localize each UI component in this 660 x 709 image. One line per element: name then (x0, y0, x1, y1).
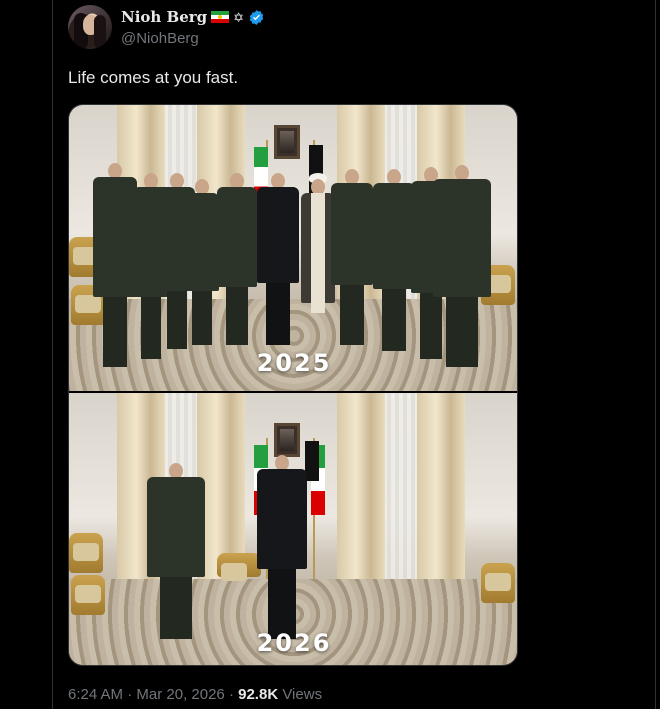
timeline-left-border (52, 0, 53, 709)
star-of-david-icon: ✡ (233, 9, 245, 25)
tweet-text: Life comes at you fast. (68, 68, 239, 87)
tweet-date[interactable]: Mar 20, 2026 (136, 686, 224, 703)
photo-2025[interactable]: 2025 (69, 105, 517, 391)
timeline-right-border (655, 0, 656, 709)
tweet-media[interactable]: 2025 2026 (68, 104, 518, 666)
author-display-name[interactable]: Nioh Berg (121, 8, 207, 26)
photo-2026[interactable]: 2026 (69, 393, 517, 665)
author-name-row: Nioh Berg ✡ (121, 7, 265, 27)
meta-separator: · (127, 686, 133, 703)
tweet-time[interactable]: 6:24 AM (68, 686, 123, 703)
tweet-meta: 6:24 AM · Mar 20, 2026 · 92.8K Views (68, 686, 322, 703)
author-handle[interactable]: @NiohBerg (121, 30, 199, 47)
verified-badge-icon[interactable] (248, 9, 265, 26)
meta-separator: · (228, 686, 234, 703)
photo-caption-2025: 2025 (256, 349, 332, 377)
iran-flag-icon (211, 11, 230, 23)
views-count[interactable]: 92.8K (238, 686, 278, 703)
avatar[interactable] (68, 5, 112, 49)
views-label: Views (282, 686, 323, 703)
photo-caption-2026: 2026 (256, 629, 332, 657)
